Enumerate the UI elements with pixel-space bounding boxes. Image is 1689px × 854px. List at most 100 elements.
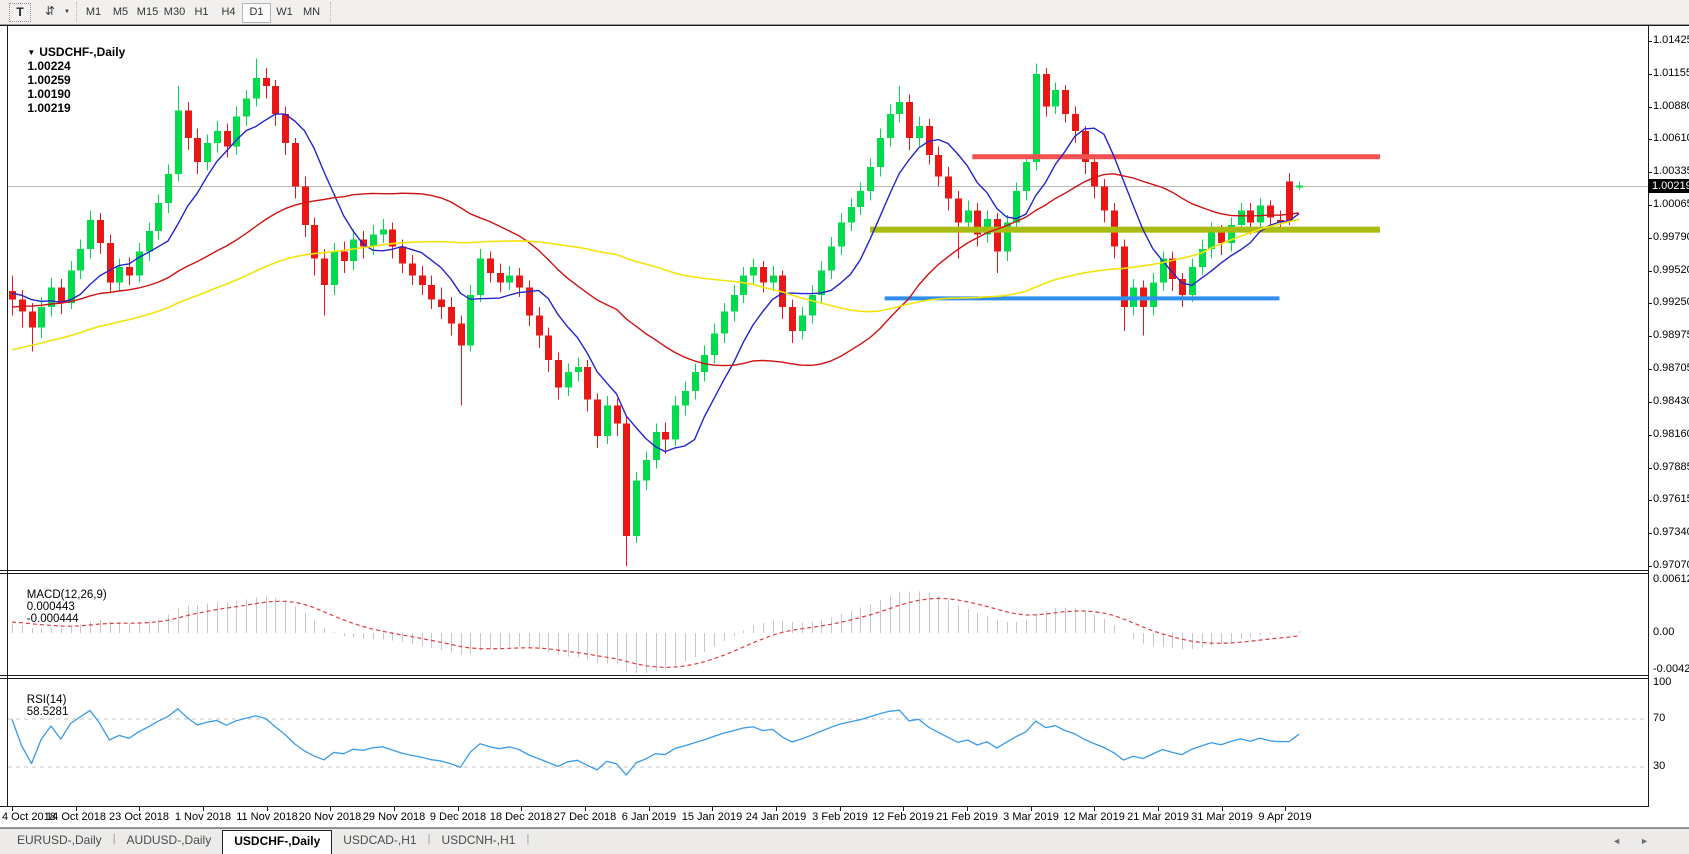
price-axis-tick [1648,271,1652,272]
timeframe-button-w1[interactable]: W1 [271,3,298,21]
price-axis-tick [1648,500,1652,501]
rsi-axis-label: 100 [1653,676,1687,690]
date-axis-label: 3 Feb 2019 [812,811,868,823]
timeframe-button-mn[interactable]: MN [298,3,325,21]
date-axis-label: 14 Oct 2018 [46,811,106,823]
main-chart-pane[interactable] [0,25,1689,570]
bull-candle [243,98,250,116]
bear-candle [760,267,767,283]
bear-candle [97,220,104,243]
bear-candle [194,138,201,162]
date-axis-label: 1 Nov 2018 [175,811,231,823]
bull-candle [214,131,221,143]
bear-candle [935,155,942,177]
rsi-pane[interactable] [0,678,1689,806]
bull-candle [146,231,153,251]
date-axis-label: 21 Mar 2019 [1127,811,1189,823]
macd-main-value: 0.000443 [27,601,75,613]
bear-candle [623,424,630,536]
text-tool-button[interactable]: T [9,3,31,22]
bull-candle [1033,74,1040,162]
timeframe-button-h4[interactable]: H4 [215,3,242,21]
bull-candle [711,333,718,355]
macd-axis-label: 0.00 [1653,626,1687,640]
macd-axis-label: 0.006125 [1653,573,1687,587]
bull-candle [818,271,825,295]
bear-candle [1101,186,1108,210]
symbol-dropdown-arrow[interactable]: ▼ [27,48,35,57]
bull-candle [965,210,972,222]
bull-candle [867,167,874,191]
chart-tab-usdcnh-h1[interactable]: USDCNH-,H1 [430,829,526,854]
rsi-axis-label: 70 [1653,712,1687,726]
bull-candle [887,114,894,138]
timeframe-button-m15[interactable]: M15 [134,3,161,21]
price-axis-tick [1648,238,1652,239]
bear-candle [224,131,231,147]
date-axis-label: 9 Dec 2018 [430,811,486,823]
price-axis-label: 0.98705 [1653,362,1687,376]
chart-tab-usdchf-daily[interactable]: USDCHF-,Daily [222,830,332,854]
bear-candle [497,273,504,283]
timeframe-button-m5[interactable]: M5 [107,3,134,21]
date-axis-label: 9 Apr 2019 [1258,811,1311,823]
macd-pane[interactable] [0,573,1689,675]
bear-candle [584,367,591,400]
date-axis-label: 31 Mar 2019 [1191,811,1253,823]
pane-separator[interactable] [0,570,1648,571]
price-axis-tick [1648,402,1652,403]
bear-candle [409,263,416,275]
bull-candle [380,230,387,235]
bear-candle [272,86,279,114]
moving-average-slow [12,219,1299,350]
timeframe-button-h1[interactable]: H1 [188,3,215,21]
pane-separator[interactable] [0,675,1648,676]
price-axis-label: 0.98160 [1653,428,1687,442]
timeframe-button-m30[interactable]: M30 [161,3,188,21]
timeframe-button-m1[interactable]: M1 [80,3,107,21]
chart-tab-usdcad-h1[interactable]: USDCAD-,H1 [332,829,427,854]
macd-signal-value: -0.000444 [27,613,79,625]
price-axis-tick [1648,205,1652,206]
bull-candle [604,406,611,436]
price-axis-label: 1.00880 [1653,100,1687,114]
price-axis-label: 1.01155 [1653,67,1687,81]
price-axis-label: 0.97615 [1653,493,1687,507]
tab-scroll-right-icon[interactable]: ► [1640,836,1649,846]
bull-candle [175,110,182,174]
ohlc-high: 1.00259 [27,73,70,87]
bear-candle [9,291,16,299]
bear-candle [428,285,435,299]
price-axis-tick [1648,435,1652,436]
date-axis-label: 29 Nov 2018 [363,811,425,823]
bull-candle [828,247,835,271]
bear-candle [1091,162,1098,186]
arrows-tool-button[interactable]: ⇵ [38,3,62,20]
price-axis-label: 0.98430 [1653,395,1687,409]
bear-candle [1218,231,1225,243]
chart-tab-eurusd-daily[interactable]: EURUSD-,Daily [6,829,113,854]
timeframe-button-d1[interactable]: D1 [242,3,271,23]
bull-candle [799,315,806,331]
date-axis-label: 12 Feb 2019 [872,811,934,823]
price-axis-label: 0.97070 [1653,559,1687,573]
bull-candle [350,239,357,261]
rsi-value: 58.5281 [27,706,69,718]
price-axis-label: 0.98975 [1653,329,1687,343]
bear-candle [614,406,621,424]
tab-scroll-left-icon[interactable]: ◄ [1612,836,1621,846]
tab-divider: | [526,829,529,845]
bull-candle [740,275,747,294]
bull-candle [643,460,650,480]
bull-candle [896,102,903,114]
chart-title[interactable]: ▼USDCHF-,Daily 1.00224 1.00259 1.00190 1… [14,31,129,129]
bull-candle [877,138,884,167]
chart-tab-audusd-daily[interactable]: AUDUSD-,Daily [116,829,223,854]
bull-candle [682,391,689,405]
bull-candle [253,78,260,98]
ohlc-open: 1.00224 [27,59,70,73]
bull-candle [1189,267,1196,295]
price-axis-tick [1648,533,1652,534]
arrows-tool-dropdown-caret[interactable]: ▼ [62,3,72,20]
price-axis-label: 1.00610 [1653,132,1687,146]
